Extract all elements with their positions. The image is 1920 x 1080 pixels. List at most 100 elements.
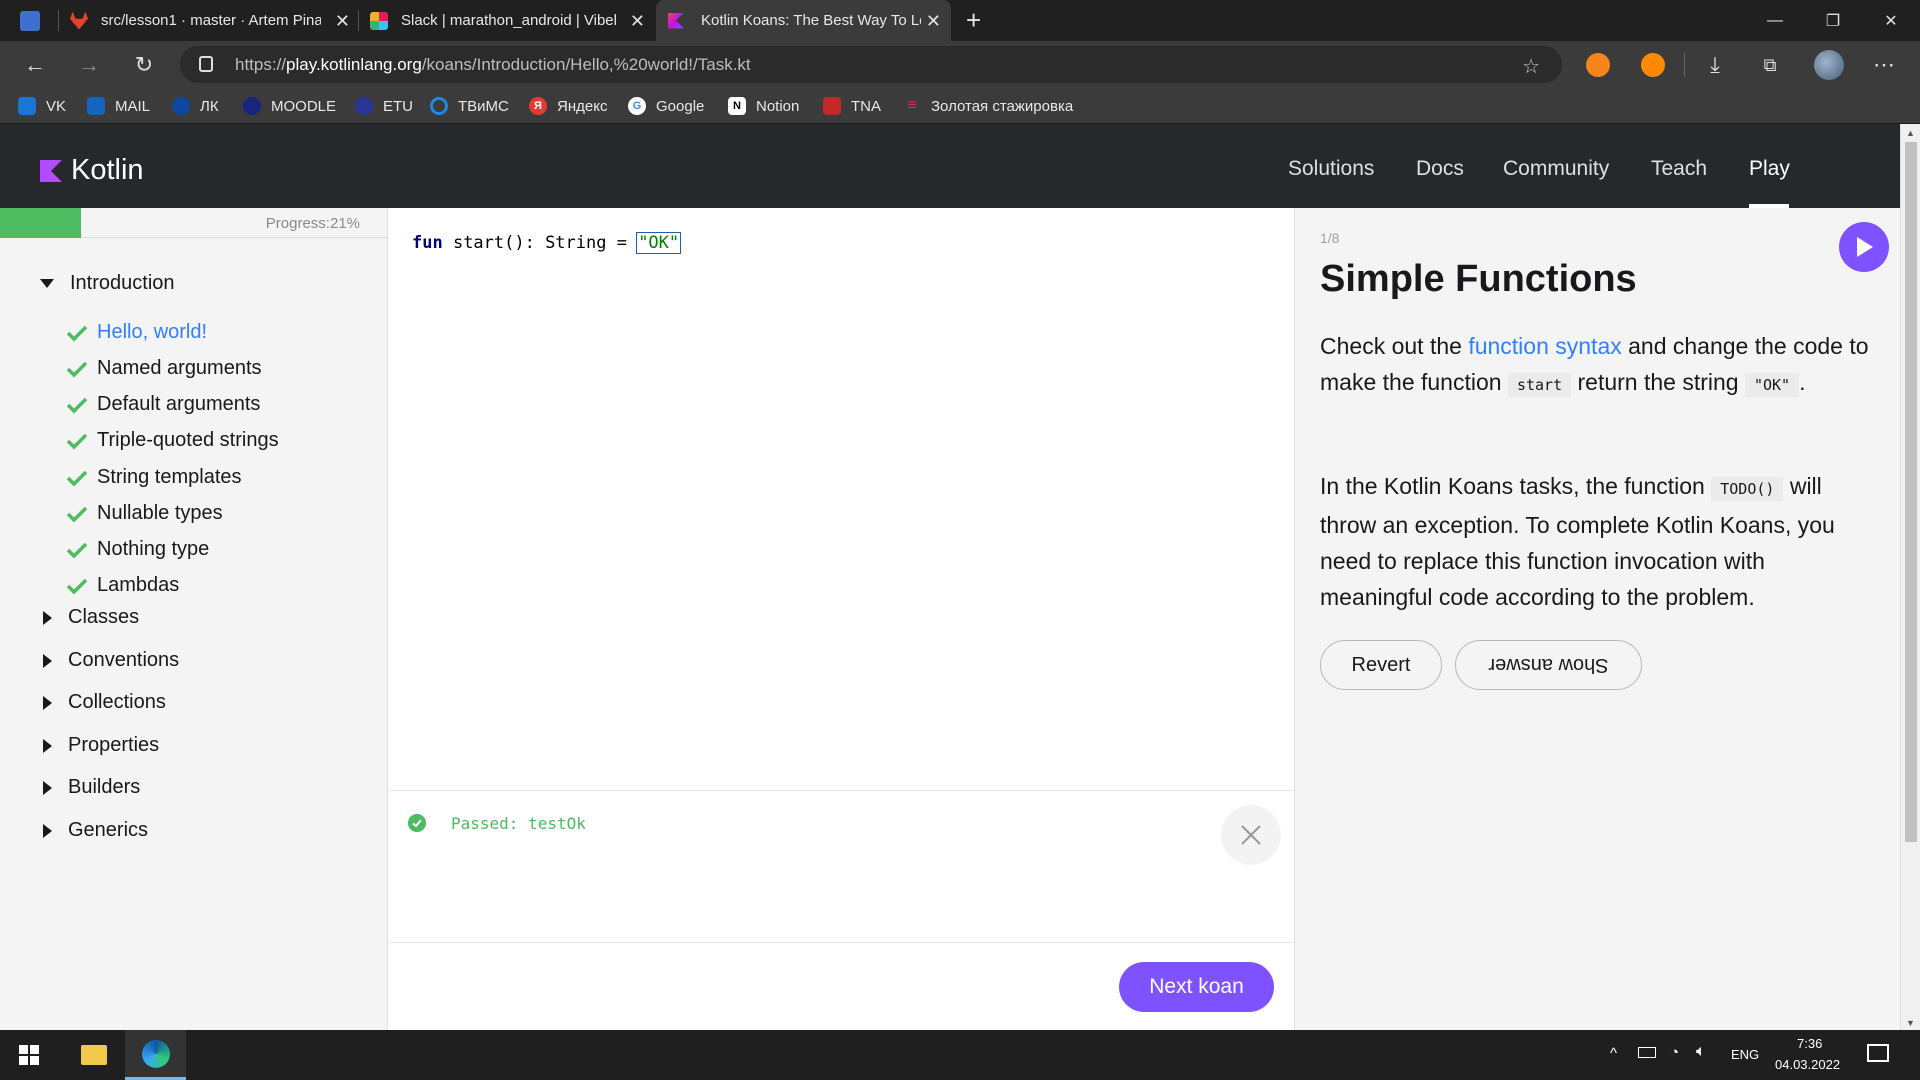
plus-icon: + [966, 5, 982, 35]
section-collections[interactable]: Collections [40, 691, 166, 714]
reload-button[interactable]: ↻ [128, 49, 160, 81]
task-paragraph-2: In the Kotlin Koans tasks, the function … [1320, 473, 1835, 610]
nav-play[interactable]: Play [1749, 157, 1790, 181]
tab-pinned[interactable] [20, 0, 46, 41]
tab-title: src/lesson1 · master · Artem Pina [101, 12, 321, 29]
notifications-icon[interactable] [1867, 1044, 1889, 1062]
next-koan-button[interactable]: Next koan [1119, 962, 1274, 1012]
clock-date[interactable]: 04.03.2022 [1775, 1057, 1840, 1072]
bookmark-etu[interactable]: ETU [355, 96, 413, 116]
lesson-item[interactable]: Triple-quoted strings [66, 429, 279, 452]
nav-docs[interactable]: Docs [1416, 157, 1464, 181]
bookmark-vk[interactable]: VK [18, 96, 66, 116]
battery-icon[interactable] [1638, 1047, 1656, 1058]
restore-button[interactable]: ❐ [1806, 0, 1860, 41]
code-editor[interactable]: fun start(): String = "OK" [388, 208, 1294, 790]
close-icon[interactable]: ✕ [926, 11, 941, 32]
bookmark-tna[interactable]: TNA [823, 96, 881, 116]
bookmark-tvims[interactable]: ТВиМС [430, 96, 509, 116]
lesson-label: Nullable types [97, 502, 223, 524]
bookmark-google[interactable]: G Google [628, 96, 704, 116]
lesson-label: Default arguments [97, 393, 261, 415]
close-window-button[interactable]: ✕ [1864, 0, 1918, 41]
language-indicator[interactable]: ENG [1731, 1047, 1759, 1062]
file-explorer-button[interactable] [69, 1030, 119, 1080]
checkmark-icon [66, 361, 88, 377]
nav-teach[interactable]: Teach [1651, 157, 1707, 181]
lesson-item[interactable]: Named arguments [66, 357, 262, 380]
revert-button[interactable]: Revert [1320, 640, 1442, 690]
section-label: Conventions [68, 649, 180, 671]
code-string: "OK" [636, 232, 682, 254]
lesson-label: Hello, world! [97, 321, 208, 343]
chevron-right-icon [43, 780, 52, 795]
scroll-down-icon[interactable]: ▼ [1906, 1018, 1915, 1028]
lesson-item[interactable]: Hello, world! [66, 321, 207, 344]
task-counter: 1/8 [1320, 230, 1340, 246]
yandex-icon: Я [529, 97, 547, 115]
nav-solutions[interactable]: Solutions [1288, 157, 1374, 181]
back-button[interactable]: ← [19, 49, 51, 81]
url-input[interactable]: https://play.kotlinlang.org/koans/Introd… [180, 46, 1562, 83]
lesson-item[interactable]: Nothing type [66, 538, 209, 561]
section-label: Builders [68, 776, 141, 798]
section-generics[interactable]: Generics [40, 819, 148, 842]
nav-community[interactable]: Community [1503, 157, 1609, 181]
metamask-icon[interactable] [1586, 53, 1610, 77]
forward-button[interactable]: → [73, 49, 105, 81]
scroll-thumb[interactable] [1905, 142, 1917, 842]
start-button[interactable] [0, 1030, 58, 1080]
edge-icon [141, 1039, 170, 1068]
task-title: Simple Functions [1320, 258, 1637, 300]
lesson-label: Nothing type [97, 538, 210, 560]
lesson-item[interactable]: Default arguments [66, 393, 260, 416]
close-results-button[interactable] [1221, 805, 1281, 865]
kotlin-logo[interactable]: Kotlin [40, 154, 144, 187]
edge-taskbar-button[interactable] [125, 1030, 186, 1080]
bookmarks-bar: VK MAIL ЛК MOODLE ETU ТВиМС Я Яндекс G Goo… [0, 88, 1920, 124]
show-answer-button[interactable]: Show answer [1455, 640, 1642, 690]
scroll-up-icon[interactable]: ▲ [1906, 128, 1915, 138]
section-classes[interactable]: Classes [40, 606, 139, 629]
favorite-star-icon[interactable]: ☆ [1522, 54, 1540, 79]
download-icon[interactable]: ⤓ [1699, 49, 1731, 81]
bookmark-golden-internship[interactable]: ≡ Золотая стажировка [903, 96, 1073, 116]
close-icon[interactable]: ✕ [335, 11, 350, 32]
new-tab-button[interactable]: + [966, 0, 996, 41]
bookmark-yandex[interactable]: Я Яндекс [529, 96, 607, 116]
lesson-item[interactable]: Nullable types [66, 502, 223, 525]
clock-time[interactable]: 7:36 [1797, 1036, 1822, 1051]
section-conventions[interactable]: Conventions [40, 649, 179, 672]
tab-kotlin-koans[interactable]: Kotlin Koans: The Best Way To Le ✕ [656, 0, 951, 41]
check-circle-icon [408, 814, 426, 832]
checkmark-icon [66, 433, 88, 449]
bookmark-notion[interactable]: N Notion [728, 96, 799, 116]
volume-icon[interactable]: 🔈︎ [1696, 1043, 1706, 1061]
more-menu-icon[interactable]: ⋯ [1868, 49, 1900, 81]
checkmark-icon [66, 470, 88, 486]
extension-b-icon[interactable] [1641, 53, 1665, 77]
minimize-button[interactable]: — [1748, 0, 1802, 41]
tab-gitlab[interactable]: src/lesson1 · master · Artem Pina ✕ [70, 0, 360, 41]
collections-icon[interactable]: ⧉ [1754, 49, 1786, 81]
code-line[interactable]: fun start(): String = "OK" [412, 232, 682, 254]
lesson-item[interactable]: Lambdas [66, 574, 179, 597]
section-introduction[interactable]: Introduction [40, 272, 175, 295]
bookmark-mail[interactable]: MAIL [87, 96, 150, 116]
close-icon[interactable]: ✕ [630, 11, 645, 32]
run-button[interactable] [1839, 222, 1889, 272]
bookmark-moodle[interactable]: MOODLE [243, 96, 336, 116]
close-icon [1241, 825, 1261, 845]
tab-slack[interactable]: Slack | marathon_android | Vibel ✕ [370, 0, 655, 41]
bookmark-lk[interactable]: ЛК [172, 96, 219, 116]
wifi-icon[interactable]: ◔ [1670, 1044, 1679, 1061]
section-properties[interactable]: Properties [40, 734, 159, 757]
lesson-label: String templates [97, 466, 242, 488]
section-builders[interactable]: Builders [40, 776, 140, 799]
tray-chevron-up-icon[interactable]: ^ [1610, 1045, 1617, 1062]
lesson-item[interactable]: String templates [66, 466, 242, 489]
chevron-down-icon [40, 279, 54, 288]
profile-avatar[interactable] [1814, 50, 1844, 80]
page-scrollbar[interactable]: ▲ ▼ [1900, 124, 1920, 1030]
function-syntax-link[interactable]: function syntax [1468, 333, 1621, 359]
